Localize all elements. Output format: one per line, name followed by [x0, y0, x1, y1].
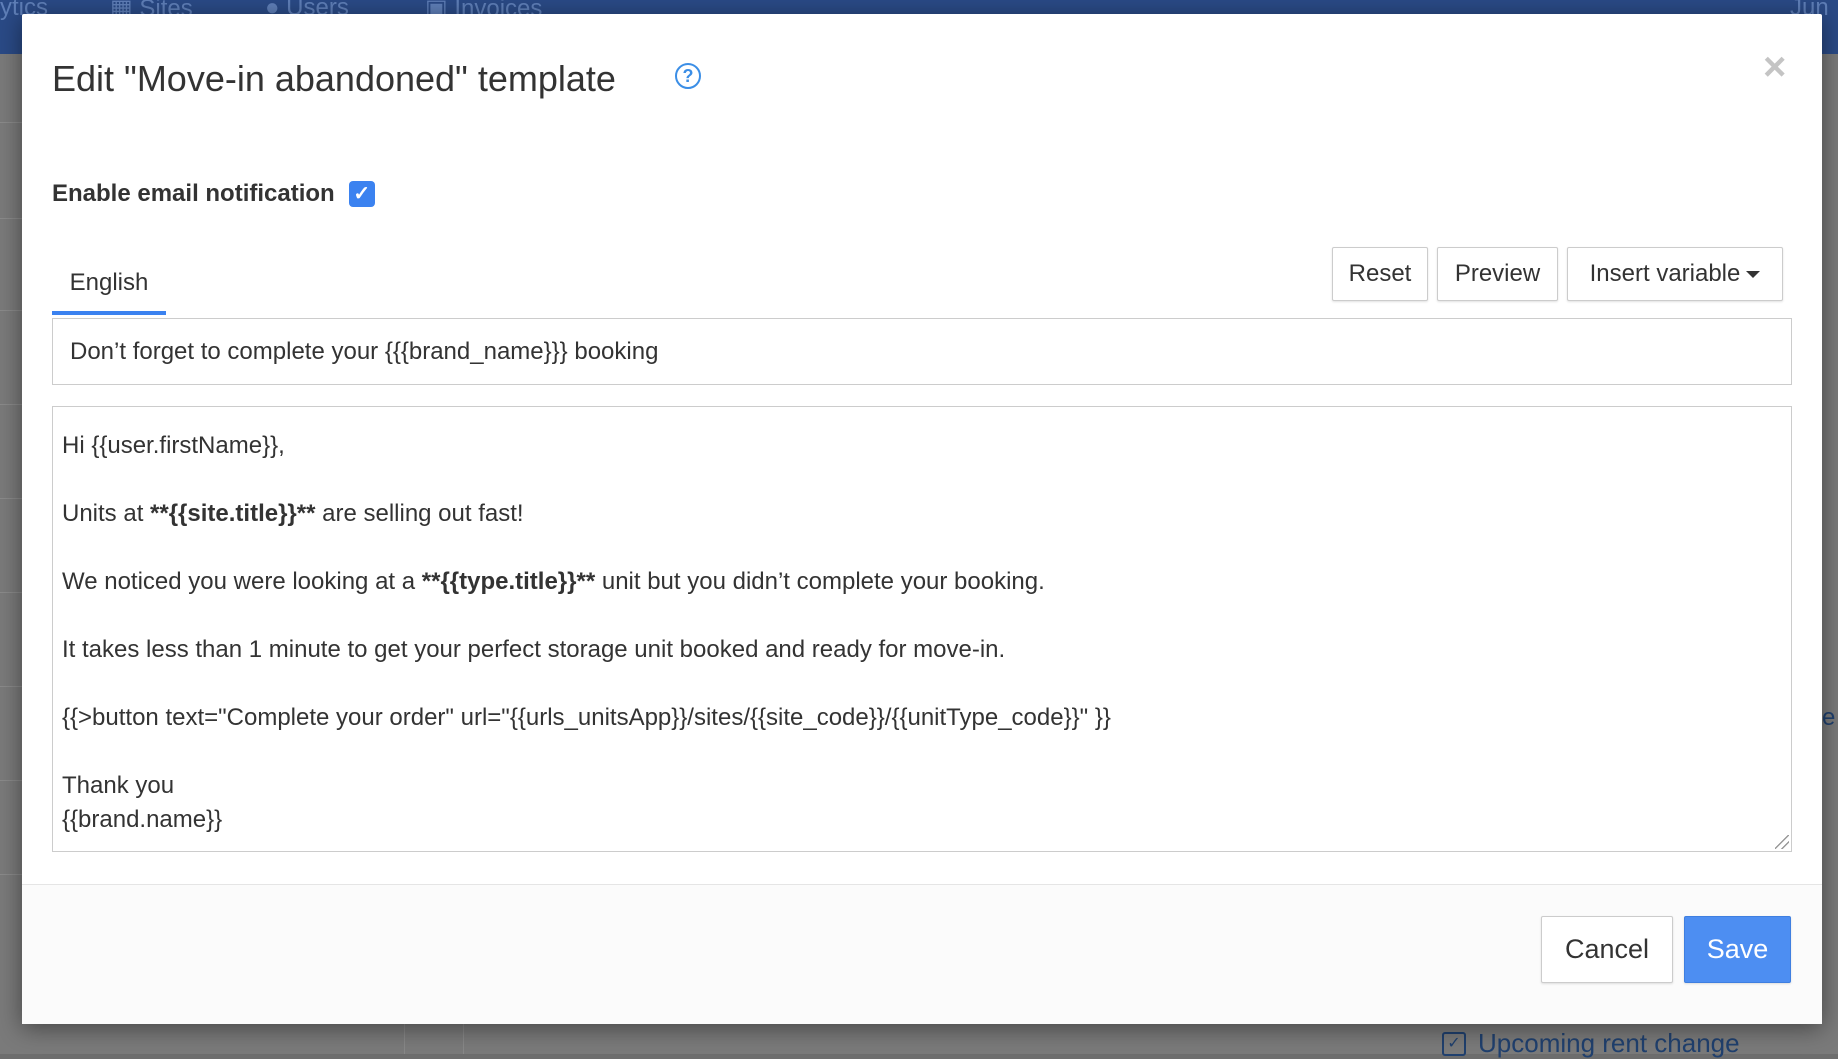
enable-email-row: Enable email notification ✓: [52, 180, 375, 208]
row-divider: [0, 404, 22, 405]
body-line-signature: {{brand.name}}: [62, 806, 223, 833]
row-divider: [0, 218, 22, 219]
modal-title: Edit "Move-in abandoned" template: [52, 58, 616, 99]
body-line-noticed: We noticed you were looking at a **{{typ…: [62, 565, 1782, 599]
upcoming-rent-change-label: Upcoming rent change: [1478, 1028, 1740, 1058]
tab-english[interactable]: English: [52, 261, 166, 315]
enable-email-label: Enable email notification: [52, 180, 335, 207]
body-line-button: {{>button text="Complete your order" url…: [62, 704, 1111, 731]
question-circle-icon[interactable]: ?: [675, 63, 701, 89]
units-suffix: are selling out fast!: [315, 500, 524, 527]
caret-down-icon: [1746, 271, 1761, 279]
row-divider: [0, 686, 22, 687]
body-line-greeting: Hi {{user.firstName}},: [62, 432, 285, 459]
enable-email-checkbox[interactable]: ✓: [348, 181, 375, 207]
insert-variable-label: Insert variable: [1589, 260, 1741, 287]
save-button[interactable]: Save: [1684, 916, 1791, 983]
body-line-units: Units at **{{site.title}}** are selling …: [62, 497, 1782, 531]
close-icon[interactable]: ×: [1763, 47, 1786, 87]
noticed-suffix: unit but you didn’t complete your bookin…: [595, 568, 1045, 595]
row-divider: [0, 122, 22, 123]
insert-variable-dropdown[interactable]: Insert variable: [1567, 247, 1783, 301]
row-divider: [0, 498, 22, 499]
edit-template-modal: Edit "Move-in abandoned" template ? × En…: [22, 14, 1822, 1024]
reset-button[interactable]: Reset: [1332, 247, 1428, 301]
body-line-thanks: Thank you: [62, 772, 175, 799]
row-divider: [0, 592, 22, 593]
preview-button[interactable]: Preview: [1437, 247, 1558, 301]
subject-input[interactable]: [52, 318, 1792, 385]
bg-text-fragment: e: [1822, 704, 1836, 731]
site-title-variable: **{{site.title}}**: [150, 500, 316, 527]
noticed-prefix: We noticed you were looking at a: [62, 568, 422, 595]
body-line-takes: It takes less than 1 minute to get your …: [62, 636, 1006, 663]
type-title-variable: **{{type.title}}**: [421, 568, 596, 595]
email-body-textarea[interactable]: Hi {{user.firstName}}, Units at **{{site…: [52, 406, 1792, 852]
row-divider: [0, 310, 22, 311]
row-divider: [0, 874, 22, 875]
upcoming-rent-change-toggle[interactable]: ✓ Upcoming rent change: [1442, 1028, 1740, 1059]
row-divider: [0, 780, 22, 781]
checkbox-checked-icon: ✓: [1442, 1031, 1466, 1056]
units-prefix: Units at: [62, 500, 151, 527]
resize-handle-icon[interactable]: [1775, 835, 1789, 849]
cancel-button[interactable]: Cancel: [1541, 916, 1673, 983]
